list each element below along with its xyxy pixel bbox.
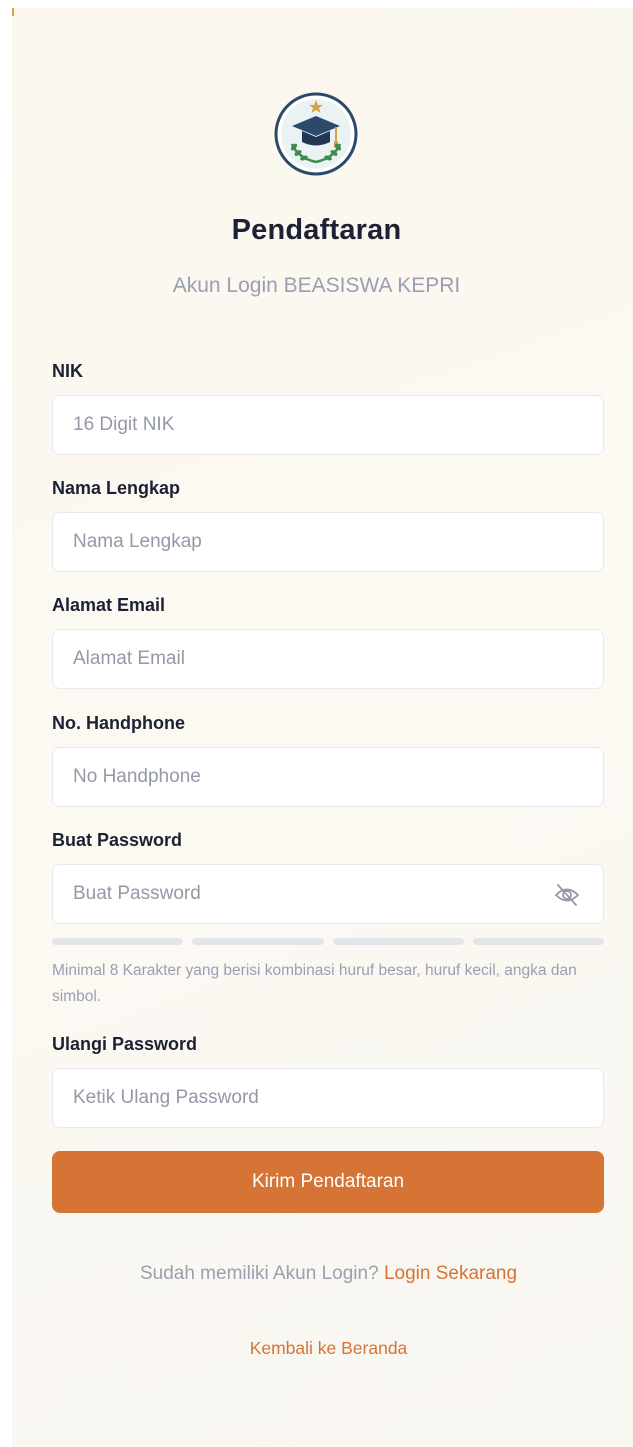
name-field-wrapper — [52, 512, 604, 572]
name-label: Nama Lengkap — [52, 478, 181, 498]
password-label: Buat Password — [52, 830, 183, 850]
submit-registration-button[interactable]: Kirim Pendaftaran — [52, 1151, 604, 1213]
confirm-password-input[interactable] — [53, 1069, 603, 1127]
page-title: Pendaftaran — [231, 214, 402, 246]
strength-segment — [192, 938, 324, 945]
confirm-password-label: Ulangi Password — [52, 1034, 198, 1054]
nik-input[interactable] — [53, 396, 603, 454]
phone-input[interactable] — [53, 748, 603, 806]
login-now-link[interactable]: Login Sekarang — [384, 1263, 517, 1284]
page-subtitle: Akun Login BEASISWA KEPRI — [172, 274, 461, 297]
confirm-password-field-wrapper — [52, 1068, 604, 1128]
corner-mark — [12, 8, 14, 16]
back-to-home-link[interactable]: Kembali ke Beranda — [0, 1338, 633, 1359]
full-name-input[interactable] — [53, 513, 603, 571]
strength-segment — [52, 938, 184, 945]
password-hint: Minimal 8 Karakter yang berisi kombinasi… — [52, 962, 577, 1005]
email-label: Alamat Email — [52, 595, 166, 615]
password-input[interactable] — [53, 865, 603, 923]
beasiswa-logo-icon — [274, 92, 358, 176]
nik-field-wrapper — [52, 395, 604, 455]
email-field-wrapper — [52, 629, 604, 689]
email-input[interactable] — [53, 630, 603, 688]
login-prompt-line: Sudah memiliki Akun Login? Login Sekaran… — [0, 1263, 633, 1285]
password-strength-meter — [52, 938, 604, 945]
eye-off-icon[interactable] — [553, 882, 581, 908]
phone-label: No. Handphone — [52, 713, 185, 733]
login-prompt-text: Sudah memiliki Akun Login? — [139, 1263, 379, 1284]
strength-segment — [332, 938, 464, 945]
password-field-wrapper — [52, 864, 604, 924]
phone-field-wrapper — [52, 747, 604, 807]
nik-label: NIK — [52, 361, 83, 381]
strength-segment — [472, 938, 604, 945]
